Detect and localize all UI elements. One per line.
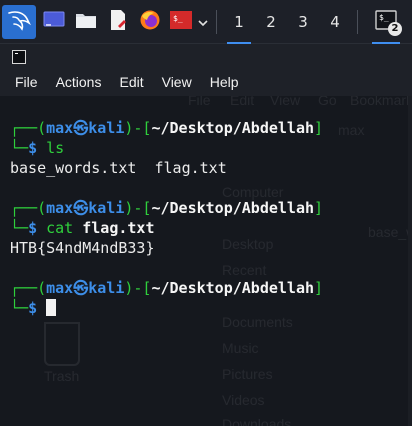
prompt-frame-open: ┌──( [10,199,47,217]
terminal-red-icon: $_ [169,10,193,34]
ghost-text: Music [222,340,259,356]
command-output: base_words.txt flag.txt [10,159,227,177]
terminal-window-button[interactable]: $_ 2 [368,0,404,44]
terminal-launcher-button[interactable]: $_ [168,8,194,36]
prompt-frame-bottom: └─ [10,139,29,157]
prompt-host: kali [88,119,125,137]
application-menu-button[interactable] [2,4,36,39]
command-name: cat [46,219,74,237]
ghost-text: Desktop [222,236,274,252]
window-terminal-icon [12,49,26,68]
svg-text:$_: $_ [173,14,183,23]
prompt-frame-close: ] [314,199,324,217]
show-desktop-button[interactable] [40,8,68,36]
command-name: ls [46,139,65,157]
firefox-button[interactable] [136,8,164,36]
prompt-frame-bottom: └─ [10,219,29,237]
prompt-symbol: $ [28,219,38,237]
file-manager-button[interactable] [72,8,100,36]
command-line: └─$ cat flag.txt [10,218,155,238]
ghost-text: Go [318,96,337,108]
ghost-text: Documents [222,314,293,330]
taskbar-separator [357,9,358,34]
prompt-header-line: ┌──(max㉿kali)-[~/Desktop/Abdellah] [10,198,323,218]
text-cursor [46,299,57,316]
terminal-scrollbar[interactable] [408,96,412,426]
chevron-down-icon [198,12,208,31]
text-editor-icon [108,9,128,35]
ghost-text: Pictures [222,366,273,382]
menu-edit[interactable]: Edit [119,74,143,90]
workspace-2[interactable]: 2 [255,0,287,44]
ghost-text: View [270,96,301,108]
workspace-1[interactable]: 1 [223,0,255,44]
ghost-trash-icon [44,322,80,366]
prompt-cwd: ~/Desktop/Abdellah [151,119,315,137]
ghost-text: Recent [222,262,267,278]
prompt-symbol: $ [28,299,38,317]
ghost-text: Bookmarks [350,96,412,108]
menu-bar: File Actions Edit View Help [0,68,412,96]
ghost-text: max [338,122,365,138]
launcher-dropdown-button[interactable] [196,8,210,36]
prompt-frame-bottom: └─ [10,299,29,317]
command-output: HTB{S4ndM4ndB33} [10,239,155,257]
window-titlebar[interactable] [0,44,412,68]
terminal-output-area[interactable]: File Edit View Go Bookmarks max Computer… [0,96,412,426]
folder-icon [75,11,97,33]
prompt-user: max [46,119,74,137]
prompt-frame-mid: )-[ [124,119,152,137]
menu-view[interactable]: View [162,74,192,90]
command-argument: flag.txt [82,219,155,237]
workspace-4[interactable]: 4 [319,0,351,44]
prompt-cwd: ~/Desktop/Abdellah [151,279,315,297]
menu-help[interactable]: Help [210,74,239,90]
taskbar: $_ 1 2 3 4 $_ 2 [0,0,412,44]
prompt-cwd: ~/Desktop/Abdellah [151,199,315,217]
prompt-frame-close: ] [314,279,324,297]
prompt-frame-open: ┌──( [10,279,47,297]
prompt-symbol: $ [28,139,38,157]
prompt-frame-mid: )-[ [124,279,152,297]
svg-text:$_: $_ [379,13,389,22]
menu-file[interactable]: File [15,74,38,90]
prompt-skull-symbol: ㉿ [73,119,89,137]
prompt-header-line: ┌──(max㉿kali)-[~/Desktop/Abdellah] [10,278,323,298]
workspace-3[interactable]: 3 [287,0,319,44]
prompt-host: kali [88,279,125,297]
ghost-text: File [188,96,211,108]
prompt-skull-symbol: ㉿ [73,199,89,217]
ghost-text: Videos [222,392,265,408]
ghost-text: Downloads [222,416,292,426]
prompt-frame-mid: )-[ [124,199,152,217]
kali-dragon-icon [7,9,32,35]
text-editor-button[interactable] [104,8,132,36]
ghost-text: base_w [368,224,412,240]
command-line: └─$ ls [10,138,64,158]
desktop-icon [43,11,65,33]
ghost-text: Trash [44,368,80,384]
prompt-frame-open: ┌──( [10,119,47,137]
ghost-text: Edit [230,96,255,108]
prompt-skull-symbol: ㉿ [73,279,89,297]
active-command-line[interactable]: └─$ [10,298,57,318]
prompt-user: max [46,279,74,297]
window-count-badge: 2 [388,21,402,36]
prompt-frame-close: ] [314,119,324,137]
prompt-header-line: ┌──(max㉿kali)-[~/Desktop/Abdellah] [10,118,323,138]
taskbar-separator [216,9,217,34]
firefox-icon [139,9,161,35]
prompt-user: max [46,199,74,217]
prompt-host: kali [88,199,125,217]
menu-actions[interactable]: Actions [56,74,102,90]
